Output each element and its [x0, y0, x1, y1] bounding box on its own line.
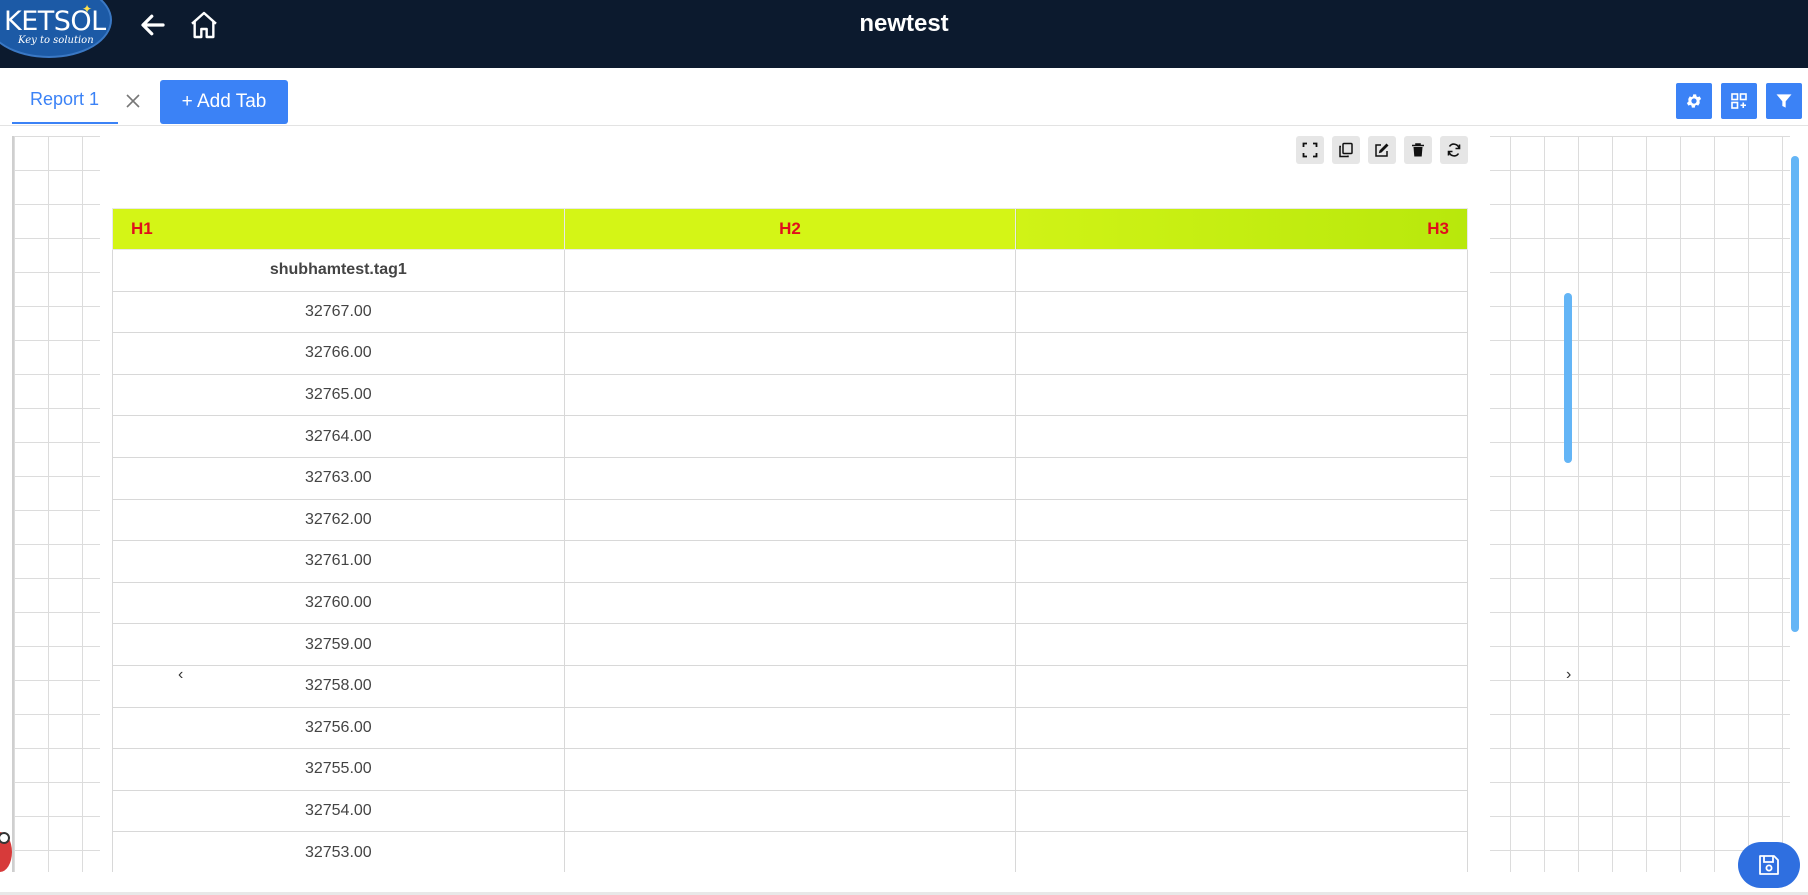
table-cell: 32755.00 — [112, 748, 565, 791]
dashboard-canvas: H1 H2 H3 shubhamtest.tag1 32767.00 32766.… — [12, 136, 1790, 872]
tab-report-1[interactable]: Report 1 — [12, 80, 118, 124]
table-cell — [1015, 706, 1468, 750]
table-cell — [1015, 789, 1468, 833]
edit-button[interactable] — [1368, 136, 1396, 164]
edit-icon — [1375, 143, 1389, 157]
table-row: 32761.00 — [112, 540, 1468, 583]
table-row: 32760.00 — [112, 581, 1468, 625]
table-cell — [563, 789, 1017, 833]
table-cell: 32753.00 — [112, 831, 565, 872]
column-header-h2[interactable]: H2 — [563, 208, 1017, 250]
table-row: 32756.00 — [112, 706, 1468, 750]
table-cell — [563, 290, 1017, 334]
table-cell — [563, 540, 1017, 583]
delete-icon — [1412, 143, 1424, 157]
table-cell — [1015, 623, 1468, 666]
table-cell: 32767.00 — [112, 290, 565, 334]
page-scrollbar[interactable] — [1791, 156, 1799, 632]
table-row: 32766.00 — [112, 332, 1468, 375]
table-cell: 32760.00 — [112, 581, 565, 625]
table-cell — [563, 748, 1017, 791]
table-row: 32754.00 — [112, 789, 1468, 833]
delete-button[interactable] — [1404, 136, 1432, 164]
table-cell — [563, 373, 1017, 417]
copy-button[interactable] — [1332, 136, 1360, 164]
table-cell — [1015, 748, 1468, 791]
table-scrollbar[interactable] — [1564, 293, 1572, 463]
table-row: 32767.00 — [112, 290, 1468, 334]
fullscreen-button[interactable] — [1296, 136, 1324, 164]
add-tab-button[interactable]: + Add Tab — [160, 80, 288, 124]
report-table-widget: H1 H2 H3 shubhamtest.tag1 32767.00 32766.… — [100, 136, 1572, 872]
table-cell — [563, 706, 1017, 750]
tag-row: shubhamtest.tag1 — [112, 249, 1468, 292]
column-header-h3[interactable]: H3 — [1015, 208, 1468, 250]
table-cell — [563, 456, 1017, 500]
table-cell — [1015, 415, 1468, 458]
table-cell: 32764.00 — [112, 415, 565, 458]
table-row: 32759.00 — [112, 623, 1468, 666]
page-title: newtest — [859, 10, 949, 37]
table-cell — [563, 415, 1017, 458]
next-arrow-button[interactable]: › — [1566, 666, 1571, 684]
previous-arrow-button[interactable]: ‹ — [178, 666, 183, 684]
tag-cell: shubhamtest.tag1 — [112, 249, 565, 292]
refresh-button[interactable] — [1440, 136, 1468, 164]
table-cell: 32766.00 — [112, 332, 565, 375]
close-tab-button[interactable] — [124, 92, 142, 110]
report-table: H1 H2 H3 shubhamtest.tag1 32767.00 32766.… — [112, 208, 1468, 872]
tag-cell — [563, 249, 1017, 292]
table-cell — [1015, 498, 1468, 542]
table-row: 32758.00 — [112, 664, 1468, 708]
table-cell — [1015, 456, 1468, 500]
gear-icon — [1686, 94, 1702, 108]
table-cell — [563, 581, 1017, 625]
table-cell: 32762.00 — [112, 498, 565, 542]
table-cell — [1015, 373, 1468, 417]
table-header-row: H1 H2 H3 — [112, 208, 1468, 250]
table-cell — [563, 664, 1017, 708]
fullscreen-icon — [1302, 142, 1318, 158]
table-cell: 32763.00 — [112, 456, 565, 500]
table-cell — [563, 831, 1017, 872]
table-cell — [1015, 831, 1468, 872]
close-icon — [126, 94, 140, 108]
filter-button[interactable] — [1766, 83, 1802, 119]
top-bar: KETSOL Key to solution ✦ newtest — [0, 0, 1808, 68]
table-cell — [563, 498, 1017, 542]
grid-layout-icon — [1731, 93, 1747, 109]
table-cell — [1015, 290, 1468, 334]
table-row: 32765.00 — [112, 373, 1468, 417]
settings-button[interactable] — [1676, 83, 1712, 119]
table-cell — [1015, 540, 1468, 583]
table-cell — [563, 332, 1017, 375]
save-button[interactable] — [1738, 842, 1800, 888]
table-cell — [1015, 581, 1468, 625]
table-cell: 32759.00 — [112, 623, 565, 666]
table-cell — [1015, 332, 1468, 375]
copy-icon — [1339, 142, 1353, 158]
refresh-icon — [1447, 143, 1461, 157]
table-cell: 32756.00 — [112, 706, 565, 750]
table-row: 32753.00 — [112, 831, 1468, 872]
layout-button[interactable] — [1721, 83, 1757, 119]
tag-cell — [1015, 249, 1468, 292]
table-cell — [1015, 664, 1468, 708]
table-row: 32763.00 — [112, 456, 1468, 500]
table-row: 32755.00 — [112, 748, 1468, 791]
tab-bar: Report 1 + Add Tab — [0, 68, 1808, 126]
table-cell: 32761.00 — [112, 540, 565, 583]
save-icon — [1759, 855, 1779, 875]
table-cell — [563, 623, 1017, 666]
table-cell: 32765.00 — [112, 373, 565, 417]
table-cell: 32754.00 — [112, 789, 565, 833]
column-header-h1[interactable]: H1 — [112, 208, 565, 250]
filter-icon — [1776, 94, 1792, 108]
table-row: 32762.00 — [112, 498, 1468, 542]
table-row: 32764.00 — [112, 415, 1468, 458]
